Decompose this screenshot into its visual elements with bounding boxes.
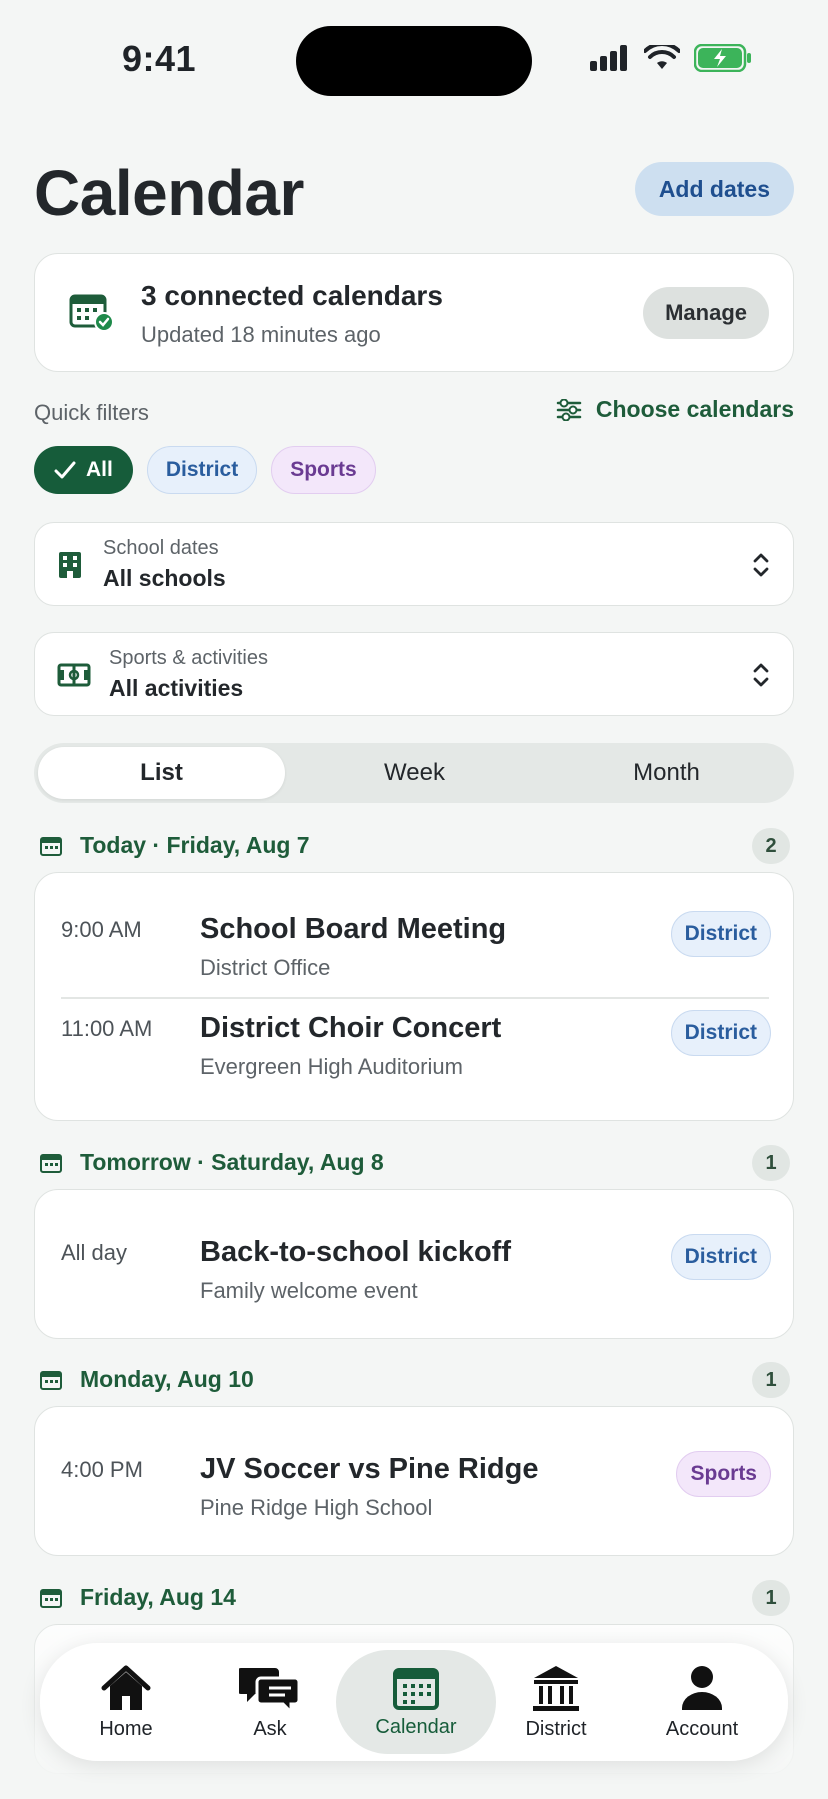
event-item[interactable]: 4:00 PM JV Soccer vs Pine Ridge Pine Rid… — [35, 1445, 795, 1545]
event-location: Pine Ridge High School — [200, 1495, 433, 1520]
tab-ask-label: Ask — [253, 1717, 287, 1740]
day-label: Friday, Aug 14 — [80, 1584, 236, 1610]
filter-chip-all-label: All — [86, 458, 113, 481]
event-tag: Sports — [676, 1451, 771, 1497]
sliders-icon — [556, 398, 582, 421]
event-time: 9:00 AM — [61, 917, 142, 942]
page-header: Calendar Add dates — [34, 150, 794, 230]
filter-chip-district[interactable]: District — [146, 446, 258, 494]
event-title: School Board Meeting — [200, 913, 507, 945]
calendar-check-icon — [69, 294, 114, 332]
status-time: 9:41 — [122, 38, 197, 79]
school-dates-value: All schools — [103, 565, 226, 591]
checkmark-icon — [54, 461, 76, 479]
quick-filter-chips: All District Sports — [34, 446, 376, 494]
event-count-badge: 1 — [752, 1580, 790, 1616]
chat-bubbles-icon — [239, 1667, 301, 1712]
event-time: 11:00 AM — [61, 1016, 153, 1041]
sports-activities-label: Sports & activities — [109, 647, 268, 669]
day-events-card: All day Back-to-school kickoff Family we… — [34, 1189, 794, 1339]
status-bar: 9:41 — [0, 0, 828, 120]
tab-home-label: Home — [99, 1717, 153, 1740]
event-title: District Choir Concert — [200, 1012, 502, 1044]
connected-title: 3 connected calendars — [141, 280, 443, 311]
building-icon — [59, 552, 81, 578]
event-title: Back-to-school kickoff — [200, 1236, 511, 1268]
calendar-icon — [40, 1589, 62, 1608]
tab-week[interactable]: Week — [291, 747, 538, 799]
event-title: JV Soccer vs Pine Ridge — [200, 1453, 539, 1485]
day-header: Monday, Aug 10 1 — [34, 1362, 794, 1398]
day-label: Monday, Aug 10 — [80, 1366, 254, 1392]
day-header: Today · Friday, Aug 7 2 — [34, 828, 794, 864]
connected-updated: Updated 18 minutes ago — [141, 322, 381, 347]
page-title: Calendar — [34, 157, 304, 229]
view-segmented-control: List Week Month — [34, 743, 794, 803]
divider — [61, 997, 769, 999]
chevron-up-down-icon — [753, 663, 769, 687]
event-location: District Office — [200, 955, 331, 980]
tab-home[interactable]: Home — [56, 1643, 196, 1761]
day-label: Today · Friday, Aug 7 — [80, 832, 310, 858]
choose-calendars-link[interactable]: Choose calendars — [556, 396, 794, 423]
event-count-badge: 2 — [752, 828, 790, 864]
tab-district-label: District — [525, 1717, 587, 1740]
day-events-card: 9:00 AM School Board Meeting District Of… — [34, 872, 794, 1121]
signal-icon — [590, 45, 627, 71]
battery-charging-icon — [694, 44, 751, 72]
manage-button[interactable]: Manage — [643, 287, 769, 339]
event-tag: District — [670, 1234, 771, 1280]
sports-activities-select[interactable]: Sports & activities All activities — [34, 632, 794, 716]
tab-month[interactable]: Month — [543, 747, 790, 799]
institution-icon — [533, 1665, 579, 1711]
event-location: Evergreen High Auditorium — [200, 1054, 463, 1079]
choose-calendars-label: Choose calendars — [595, 396, 794, 422]
event-tag: District — [670, 1010, 771, 1056]
calendar-icon — [40, 1371, 62, 1390]
day-header: Friday, Aug 14 1 — [34, 1580, 794, 1616]
event-item[interactable]: 9:00 AM School Board Meeting District Of… — [35, 905, 795, 1005]
day-label: Tomorrow · Saturday, Aug 8 — [80, 1149, 384, 1175]
tab-calendar-label: Calendar — [375, 1715, 457, 1738]
status-icons — [590, 44, 752, 72]
day-events-card: 4:00 PM JV Soccer vs Pine Ridge Pine Rid… — [34, 1406, 794, 1556]
person-icon — [682, 1665, 722, 1710]
event-time: All day — [61, 1240, 128, 1265]
day-header: Tomorrow · Saturday, Aug 8 1 — [34, 1145, 794, 1181]
event-count-badge: 1 — [752, 1362, 790, 1398]
chevron-up-down-icon — [753, 553, 769, 577]
wifi-icon — [644, 45, 680, 69]
event-location: Family welcome event — [200, 1278, 418, 1303]
tab-district[interactable]: District — [486, 1643, 626, 1761]
tab-calendar[interactable]: Calendar — [336, 1650, 496, 1754]
school-dates-select[interactable]: School dates All schools — [34, 522, 794, 606]
event-item[interactable]: All day Back-to-school kickoff Family we… — [35, 1228, 795, 1328]
connected-calendars-card: 3 connected calendars Updated 18 minutes… — [34, 253, 794, 372]
sports-activities-value: All activities — [109, 675, 244, 701]
event-item[interactable]: 11:00 AM District Choir Concert Evergree… — [35, 1004, 795, 1104]
tab-ask[interactable]: Ask — [200, 1643, 340, 1761]
bottom-tab-bar: Home Ask Calendar District Account — [40, 1643, 788, 1761]
quick-filters-label: Quick filters — [34, 400, 149, 425]
calendar-icon — [40, 1154, 62, 1173]
filter-chip-all[interactable]: All — [34, 446, 133, 494]
event-count-badge: 1 — [752, 1145, 790, 1181]
field-icon — [57, 663, 91, 687]
home-icon — [101, 1665, 151, 1710]
add-dates-button[interactable]: Add dates — [634, 162, 794, 216]
school-dates-label: School dates — [103, 537, 219, 559]
calendar-icon — [40, 837, 62, 856]
tab-account[interactable]: Account — [632, 1643, 772, 1761]
tab-account-label: Account — [665, 1717, 739, 1740]
event-tag: District — [670, 911, 771, 957]
tab-list[interactable]: List — [38, 747, 285, 799]
event-time: 4:00 PM — [61, 1457, 143, 1482]
dynamic-island — [296, 26, 532, 96]
calendar-icon — [393, 1667, 439, 1710]
filter-chip-sports[interactable]: Sports — [271, 446, 376, 494]
